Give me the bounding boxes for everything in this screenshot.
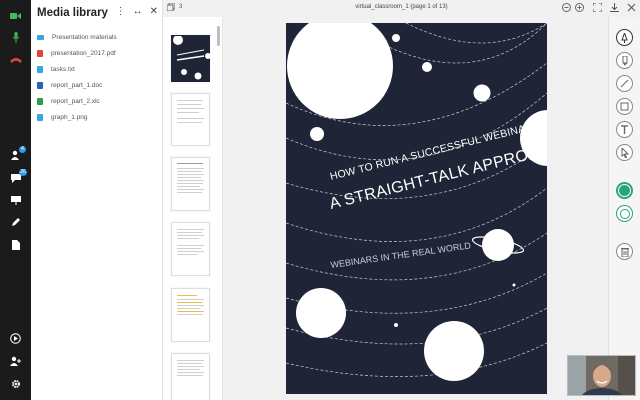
play-icon[interactable] <box>0 328 31 348</box>
spreadsheet-file-icon <box>37 97 43 105</box>
file-name: presentation_2017.pdf <box>51 49 116 57</box>
thumbnails-scrollbar[interactable] <box>217 26 220 46</box>
chat-badge: 26 <box>19 169 27 176</box>
participants-icon[interactable]: 4 <box>0 145 31 165</box>
rectangle-tool-icon[interactable] <box>616 98 633 115</box>
webcam-video-feed <box>568 356 635 395</box>
close-document-icon[interactable] <box>627 3 636 12</box>
doc-file-icon <box>37 81 43 89</box>
trash-icon[interactable] <box>616 243 633 260</box>
file-item-report-part-1[interactable]: report_part_1.doc <box>37 77 161 93</box>
zoom-out-icon[interactable] <box>562 3 571 12</box>
media-library-title: Media library <box>37 7 108 19</box>
thumbnail-page-2[interactable] <box>171 93 210 146</box>
download-icon[interactable] <box>610 3 619 12</box>
file-name: tasks.txt <box>51 65 75 73</box>
page-thumbnails <box>163 17 223 400</box>
thumbnail-page-5[interactable] <box>171 288 210 342</box>
file-item-presentation-materials[interactable]: Presentation materials <box>37 29 161 45</box>
thumbnail-page-6[interactable] <box>171 353 210 400</box>
file-item-graph-png[interactable]: graph_1.png <box>37 109 161 125</box>
top-bar: 3 virtual_classroom_1 (page 1 of 13) <box>163 0 640 17</box>
close-icon[interactable]: ✕ <box>150 6 158 17</box>
settings-icon[interactable] <box>0 374 31 394</box>
folder-icon <box>37 34 44 40</box>
more-options-icon[interactable]: ⋮ <box>116 6 126 17</box>
slide-page[interactable]: HOW TO RUN A SUCCESSFUL WEBINAR: A STRAI… <box>286 23 547 394</box>
color-stroke-icon[interactable] <box>616 205 633 222</box>
color-fill-icon[interactable] <box>616 182 633 199</box>
pointer-tool-icon[interactable] <box>616 144 633 161</box>
thumbnail-page-4[interactable] <box>171 222 210 276</box>
media-library-panel: Media library ⋮ ↔ ✕ Presentation materia… <box>31 0 163 400</box>
image-file-icon <box>37 113 43 121</box>
file-item-report-part-2[interactable]: report_part_2.xlc <box>37 93 161 109</box>
text-file-icon <box>37 65 43 73</box>
line-tool-icon[interactable] <box>616 75 633 92</box>
file-list: Presentation materials presentation_2017… <box>37 29 161 125</box>
add-user-icon[interactable] <box>0 351 31 371</box>
video-camera-icon[interactable] <box>0 6 31 26</box>
app-window: 4 26 Media library ⋮ ↔ ✕ Presentation ma… <box>0 0 640 400</box>
file-item-presentation-pdf[interactable]: presentation_2017.pdf <box>37 45 161 61</box>
chat-icon[interactable]: 26 <box>0 168 31 188</box>
slide-subtitle: WEBINARS IN THE REAL WORLD <box>330 240 472 270</box>
file-name: report_part_1.doc <box>51 81 103 89</box>
presentation-canvas: HOW TO RUN A SUCCESSFUL WEBINAR: A STRAI… <box>223 17 608 400</box>
text-tool-icon[interactable] <box>616 121 633 138</box>
file-item-tasks-txt[interactable]: tasks.txt <box>37 61 161 77</box>
file-name: report_part_2.xlc <box>51 97 100 105</box>
presentation-icon[interactable] <box>0 190 31 210</box>
file-name: graph_1.png <box>51 113 88 121</box>
file-name: Presentation materials <box>52 33 117 41</box>
participants-badge: 4 <box>19 146 26 153</box>
left-rail: 4 26 <box>0 0 31 400</box>
thumbnail-page-1[interactable] <box>171 35 211 82</box>
pencil-tool-icon[interactable] <box>616 52 633 69</box>
thumbnail-preview <box>173 35 211 80</box>
thumbnail-page-3[interactable] <box>171 157 210 211</box>
document-icon[interactable] <box>0 235 31 255</box>
pdf-file-icon <box>37 49 43 57</box>
slide-artwork: HOW TO RUN A SUCCESSFUL WEBINAR: A STRAI… <box>286 23 547 381</box>
hang-up-icon[interactable] <box>0 50 31 70</box>
drawing-toolbar <box>608 17 640 400</box>
pen-tool-icon[interactable] <box>616 29 633 46</box>
zoom-in-icon[interactable] <box>575 3 584 12</box>
fullscreen-icon[interactable] <box>593 3 602 12</box>
microphone-icon[interactable] <box>0 27 31 47</box>
minimize-icon[interactable]: ↔ <box>133 6 143 17</box>
webcam-preview[interactable] <box>567 355 636 396</box>
pen-icon[interactable] <box>0 212 31 232</box>
